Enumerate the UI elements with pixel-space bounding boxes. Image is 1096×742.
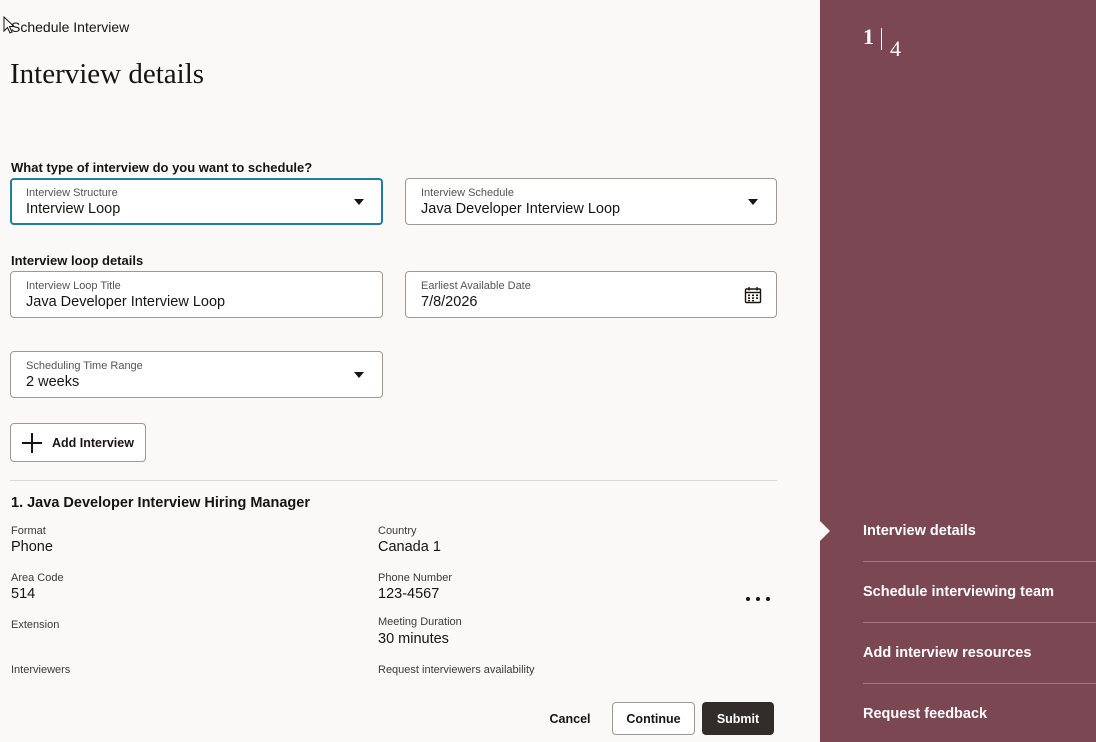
divider [10, 480, 777, 481]
train-step-interview-details[interactable]: Interview details [863, 523, 1096, 539]
train-step-request-feedback[interactable]: Request feedback [863, 706, 1096, 722]
earliest-available-date-value: 7/8/2026 [421, 294, 478, 310]
total-steps-number: 4 [890, 36, 901, 61]
cancel-button[interactable]: Cancel [540, 702, 600, 735]
format-label: Format [11, 525, 46, 537]
interview-structure-label: Interview Structure [26, 187, 118, 199]
interview-title: 1. Java Developer Interview Hiring Manag… [11, 495, 310, 511]
train-divider [863, 683, 1096, 684]
chevron-down-icon[interactable] [748, 199, 758, 205]
add-interview-label: Add Interview [52, 435, 134, 450]
chevron-down-icon[interactable] [354, 372, 364, 378]
interview-schedule-label: Interview Schedule [421, 187, 514, 199]
train-sidebar: 1 4 Interview details Schedule interview… [820, 0, 1096, 742]
scheduling-time-range-label: Scheduling Time Range [26, 360, 143, 372]
extension-label: Extension [11, 619, 60, 631]
chevron-down-icon[interactable] [354, 199, 364, 205]
interview-schedule-select[interactable]: Interview Schedule Java Developer Interv… [405, 178, 777, 225]
country-label: Country [378, 525, 417, 537]
plus-icon [22, 432, 42, 453]
train-step-schedule-team[interactable]: Schedule interviewing team [863, 584, 1096, 600]
current-step-number: 1 [863, 24, 874, 49]
interview-structure-select[interactable]: Interview Structure Interview Loop [10, 178, 383, 225]
train-step-add-resources[interactable]: Add interview resources [863, 645, 1096, 661]
interview-loop-title-label: Interview Loop Title [26, 280, 121, 292]
scheduling-time-range-select[interactable]: Scheduling Time Range 2 weeks [10, 351, 383, 398]
interview-loop-title-value: Java Developer Interview Loop [26, 294, 226, 310]
calendar-icon[interactable] [744, 286, 762, 304]
meeting-duration-label: Meeting Duration [378, 616, 462, 628]
current-step-pointer-icon [820, 521, 830, 541]
interview-structure-value: Interview Loop [26, 201, 121, 217]
more-horizontal-icon[interactable] [746, 597, 770, 603]
format-value: Phone [11, 539, 53, 555]
phone-number-value: 123-4567 [378, 586, 440, 602]
submit-button[interactable]: Submit [702, 702, 774, 735]
earliest-available-date-input[interactable]: Earliest Available Date 7/8/2026 [405, 271, 777, 318]
train-divider [863, 561, 1096, 562]
area-code-value: 514 [11, 586, 36, 602]
interviewers-label: Interviewers [11, 664, 71, 676]
area-code-label: Area Code [11, 572, 64, 584]
interview-loop-title-input[interactable]: Interview Loop Title Java Developer Inte… [10, 271, 383, 318]
interview-loop-heading: Interview loop details [11, 253, 144, 268]
main-panel: Schedule Interview Interview details Wha… [0, 0, 820, 742]
meeting-duration-value: 30 minutes [378, 631, 449, 647]
continue-button[interactable]: Continue [612, 702, 695, 735]
country-value: Canada 1 [378, 539, 441, 555]
earliest-available-date-label: Earliest Available Date [421, 280, 531, 292]
request-availability-label: Request interviewers availability [378, 664, 535, 676]
page-title: Interview details [10, 58, 205, 90]
train-divider [863, 622, 1096, 623]
app-title: Schedule Interview [11, 19, 130, 35]
interview-type-heading: What type of interview do you want to sc… [11, 160, 313, 175]
phone-number-label: Phone Number [378, 572, 452, 584]
add-interview-button[interactable]: Add Interview [10, 423, 146, 462]
interview-schedule-value: Java Developer Interview Loop [421, 201, 621, 217]
step-separator [881, 28, 882, 50]
scheduling-time-range-value: 2 weeks [26, 374, 80, 390]
